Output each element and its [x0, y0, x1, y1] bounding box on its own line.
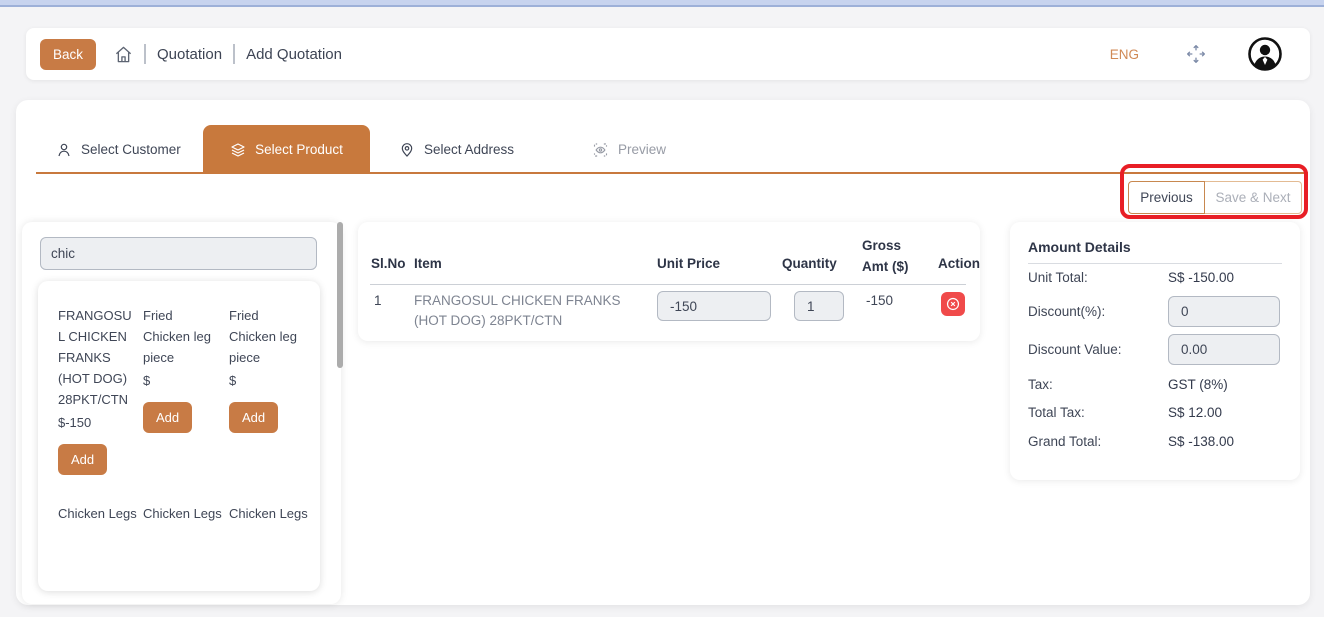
save-next-button[interactable]: Save & Next	[1205, 181, 1302, 214]
row-item-name: FRANGOSUL CHICKEN FRANKS (HOT DOG) 28PKT…	[414, 291, 654, 331]
discount-percent-label: Discount(%):	[1028, 304, 1105, 319]
selected-items-table: Sl.No Item Unit Price Quantity Gross Amt…	[358, 222, 980, 341]
tab-preview[interactable]: Preview	[592, 125, 666, 174]
panel-scrollbar[interactable]	[337, 222, 343, 368]
total-tax-value: S$ 12.00	[1168, 405, 1222, 420]
product-price: $-150	[58, 412, 138, 433]
step-navigation: Previous Save & Next	[1128, 181, 1302, 214]
add-product-button[interactable]: Add	[143, 402, 192, 433]
layers-icon	[230, 142, 246, 158]
header-right-group: ENG	[1110, 37, 1282, 71]
breadcrumb-section[interactable]: Quotation	[157, 46, 222, 63]
breadcrumb-page: Add Quotation	[246, 46, 342, 63]
location-pin-icon	[399, 142, 415, 158]
back-button[interactable]: Back	[40, 39, 96, 70]
column-header: Item	[414, 256, 442, 271]
grand-total-label: Grand Total:	[1028, 434, 1101, 449]
fullscreen-arrows-icon[interactable]	[1186, 44, 1206, 64]
eye-scan-icon	[592, 142, 609, 158]
unit-total-value: S$ -150.00	[1168, 270, 1234, 285]
tab-select-customer[interactable]: Select Customer	[56, 125, 181, 174]
product-search-input[interactable]	[40, 237, 317, 270]
amount-details-title: Amount Details	[1028, 239, 1131, 255]
table-header-divider	[370, 284, 966, 285]
previous-button[interactable]: Previous	[1128, 181, 1205, 214]
product-result: Chicken Legs	[58, 503, 138, 524]
quotation-form-card: Select Customer Select Product Select Ad…	[16, 100, 1310, 605]
home-icon[interactable]	[114, 45, 133, 64]
row-gross-amount: -150	[866, 293, 893, 308]
column-header: Gross Amt ($)	[862, 235, 924, 277]
tab-select-address[interactable]: Select Address	[399, 125, 514, 174]
circle-x-icon	[945, 296, 961, 312]
discount-value-input[interactable]	[1168, 334, 1280, 365]
tabs-underline	[36, 172, 1308, 174]
person-icon	[56, 142, 72, 158]
column-header: Quantity	[782, 256, 837, 271]
discount-percent-input[interactable]	[1168, 296, 1280, 327]
breadcrumb-divider	[144, 44, 146, 64]
column-header: Sl.No	[371, 256, 406, 271]
amount-details-card: Amount Details Unit Total: S$ -150.00 Di…	[1010, 222, 1300, 480]
tab-label: Select Product	[255, 142, 343, 157]
product-name: Chicken Legs	[229, 503, 309, 524]
product-result: FRANGOSUL CHICKEN FRANKS (HOT DOG) 28PKT…	[58, 305, 138, 475]
column-header: Unit Price	[657, 256, 720, 271]
product-name: Fried Chicken leg piece	[143, 305, 223, 368]
app-screen: Back Quotation Add Quotation ENG	[0, 0, 1324, 617]
remove-item-button[interactable]	[941, 292, 965, 316]
tab-select-product[interactable]: Select Product	[203, 125, 370, 174]
add-product-button[interactable]: Add	[58, 444, 107, 475]
unit-total-label: Unit Total:	[1028, 270, 1088, 285]
product-results-card: FRANGOSUL CHICKEN FRANKS (HOT DOG) 28PKT…	[38, 281, 320, 591]
user-avatar-icon[interactable]	[1248, 37, 1282, 71]
product-result: Fried Chicken leg piece $ Add	[229, 305, 309, 475]
add-product-button[interactable]: Add	[229, 402, 278, 433]
product-name: FRANGOSUL CHICKEN FRANKS (HOT DOG) 28PKT…	[58, 305, 138, 410]
language-selector[interactable]: ENG	[1110, 47, 1139, 62]
total-tax-label: Total Tax:	[1028, 405, 1085, 420]
browser-top-strip	[0, 0, 1324, 7]
tab-label: Preview	[618, 142, 666, 157]
product-price: $	[143, 370, 223, 391]
tab-label: Select Customer	[81, 142, 181, 157]
breadcrumb-divider	[233, 44, 235, 64]
product-result: Chicken Legs	[229, 503, 309, 524]
product-result: Fried Chicken leg piece $ Add	[143, 305, 223, 475]
grand-total-value: S$ -138.00	[1168, 434, 1234, 449]
product-name: Fried Chicken leg piece	[229, 305, 309, 368]
page-header: Back Quotation Add Quotation ENG	[26, 28, 1310, 80]
product-price: $	[229, 370, 309, 391]
column-header: Action	[938, 256, 980, 271]
row-serial: 1	[374, 293, 382, 308]
discount-value-label: Discount Value:	[1028, 342, 1122, 357]
tab-label: Select Address	[424, 142, 514, 157]
product-search-panel: FRANGOSUL CHICKEN FRANKS (HOT DOG) 28PKT…	[22, 222, 341, 604]
product-name: Chicken Legs	[58, 503, 138, 524]
product-name: Chicken Legs	[143, 503, 223, 524]
product-result: Chicken Legs	[143, 503, 223, 524]
tax-label: Tax:	[1028, 377, 1053, 392]
tax-value: GST (8%)	[1168, 377, 1228, 392]
unit-price-input[interactable]	[657, 291, 771, 321]
quantity-input[interactable]	[794, 291, 844, 321]
product-grid: FRANGOSUL CHICKEN FRANKS (HOT DOG) 28PKT…	[58, 305, 320, 524]
amount-details-divider	[1028, 263, 1282, 264]
